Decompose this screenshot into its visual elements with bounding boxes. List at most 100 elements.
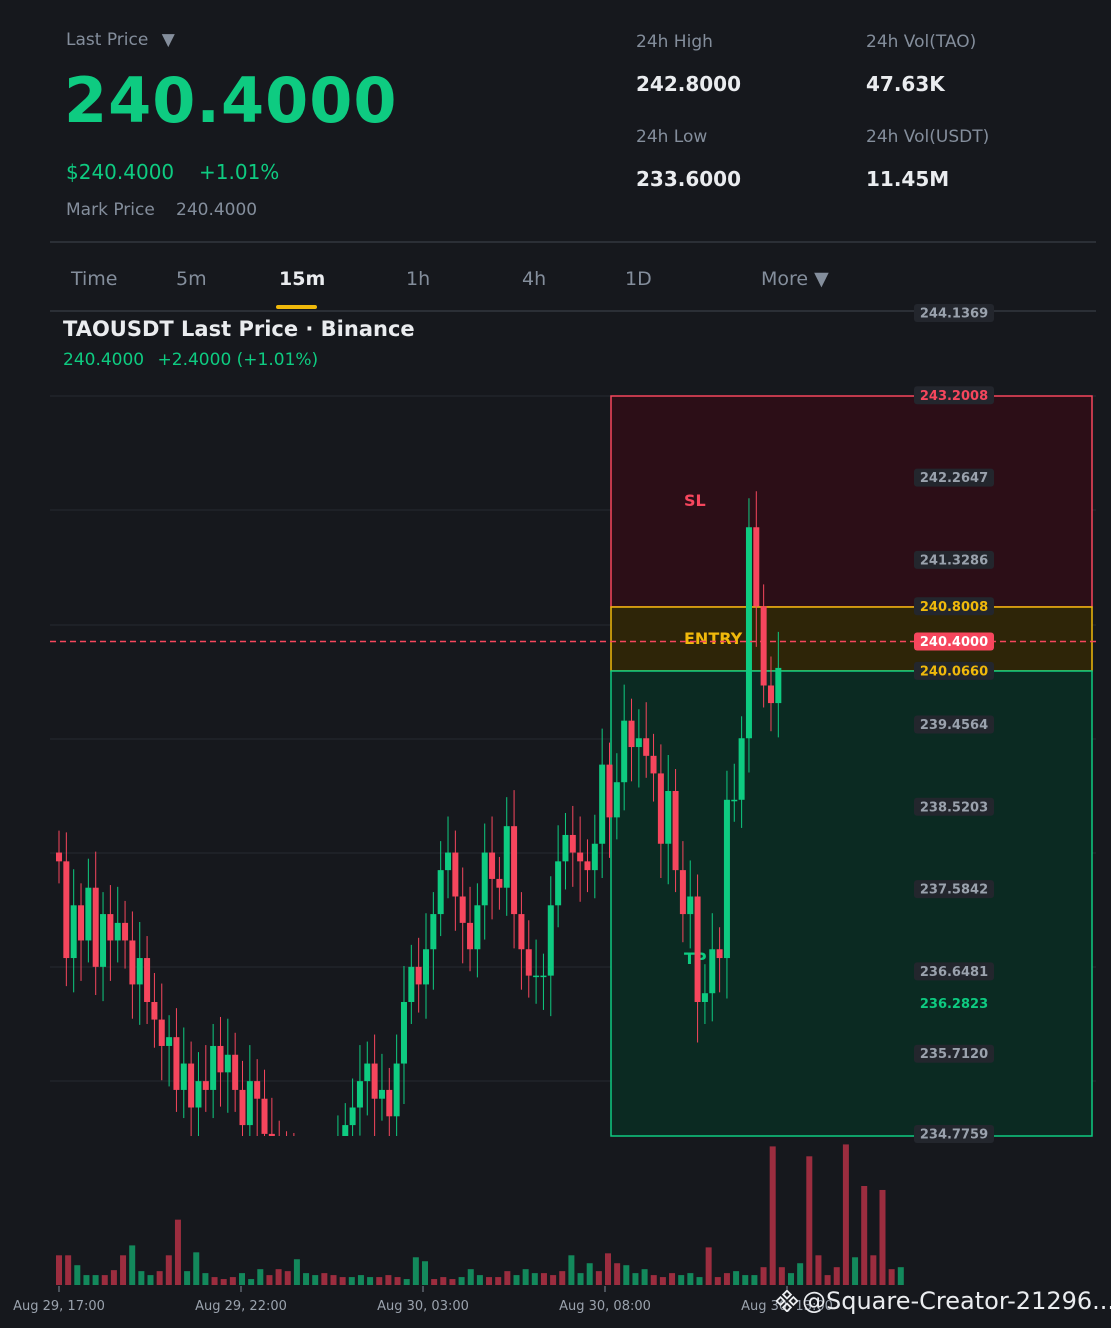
volume-bar bbox=[678, 1275, 685, 1285]
volume-bar bbox=[257, 1269, 264, 1285]
volume-bar bbox=[797, 1263, 804, 1285]
candle-body bbox=[467, 922, 474, 950]
volume-bar bbox=[165, 1255, 172, 1285]
volume-bar bbox=[504, 1271, 511, 1285]
candle-body bbox=[525, 949, 532, 976]
candle-body bbox=[254, 1081, 261, 1099]
price-axis-label: 243.2008 bbox=[920, 389, 988, 404]
candle-body bbox=[767, 685, 774, 704]
volume-bar bbox=[659, 1277, 666, 1285]
candle-body bbox=[114, 922, 121, 941]
volume-bar bbox=[833, 1267, 840, 1285]
volume-bar bbox=[888, 1269, 895, 1285]
candle-body bbox=[621, 720, 628, 783]
volume-bar bbox=[74, 1265, 81, 1285]
chart-title: TAOUSDT Last Price · Binance bbox=[63, 317, 415, 341]
volume-bar bbox=[568, 1255, 575, 1285]
volume-bar bbox=[248, 1279, 255, 1285]
price-axis-label: 240.4000 bbox=[920, 635, 988, 650]
volume-bar bbox=[605, 1253, 611, 1285]
price-axis-label: 234.7759 bbox=[920, 1128, 988, 1143]
volume-bar bbox=[174, 1219, 181, 1285]
candle-body bbox=[481, 852, 488, 906]
volume-bar bbox=[138, 1271, 145, 1285]
candle-body bbox=[122, 922, 129, 941]
volume-bar bbox=[852, 1257, 859, 1285]
volume-bar bbox=[56, 1255, 62, 1285]
volume-bar bbox=[202, 1273, 209, 1285]
volume-bar bbox=[293, 1259, 300, 1285]
candle-body bbox=[224, 1054, 231, 1073]
candle-body bbox=[577, 852, 584, 862]
volume-bar bbox=[824, 1275, 831, 1285]
price-axis-label: 242.2647 bbox=[920, 471, 988, 486]
volume-bar bbox=[595, 1271, 602, 1285]
volume-bar bbox=[669, 1273, 676, 1285]
volume-bar bbox=[623, 1265, 630, 1285]
candle-body bbox=[56, 852, 62, 862]
candle-body bbox=[349, 1107, 356, 1126]
candle-body bbox=[599, 764, 606, 844]
candle-body bbox=[540, 975, 547, 978]
candle-body bbox=[430, 914, 437, 950]
volume-bar bbox=[385, 1275, 392, 1285]
candle-body bbox=[445, 852, 452, 871]
candle-body bbox=[679, 870, 686, 915]
candle-body bbox=[400, 1002, 407, 1064]
candle-body bbox=[731, 799, 738, 802]
candle-body bbox=[180, 1063, 187, 1090]
volume-bar bbox=[815, 1255, 822, 1285]
candle-body bbox=[701, 993, 708, 1003]
volume-bar bbox=[769, 1146, 776, 1285]
candle-body bbox=[518, 914, 525, 950]
candle-body bbox=[709, 949, 716, 994]
candle-body bbox=[555, 861, 562, 906]
price-axis-label: 235.7120 bbox=[920, 1047, 988, 1062]
candle-body bbox=[437, 870, 444, 915]
candle-body bbox=[657, 773, 664, 844]
volume-bar bbox=[92, 1275, 99, 1285]
volume-bar bbox=[861, 1186, 868, 1285]
volume-bar bbox=[559, 1271, 566, 1285]
candlestick-chart[interactable]: SL ENTRY TP 244.1369 243.2008 242.2647 241.… bbox=[0, 0, 1111, 1328]
volume-bar bbox=[440, 1277, 447, 1285]
candle-body bbox=[635, 738, 642, 748]
volume-bar bbox=[696, 1277, 703, 1285]
candle-body bbox=[672, 791, 679, 871]
candle-body bbox=[188, 1063, 195, 1108]
volume-bar bbox=[879, 1189, 886, 1285]
volume-bar bbox=[742, 1275, 749, 1285]
trade-zones: SL ENTRY TP bbox=[610, 395, 1093, 1137]
time-axis-label: Aug 30, 03:00 bbox=[377, 1299, 469, 1314]
volume-bar bbox=[65, 1255, 72, 1285]
volume-bar bbox=[577, 1273, 584, 1285]
volume-bar bbox=[476, 1275, 483, 1285]
volume-bar bbox=[495, 1277, 502, 1285]
candle-body bbox=[129, 940, 136, 985]
volume-bar bbox=[788, 1273, 794, 1285]
candle-body bbox=[158, 1019, 165, 1046]
volume-bar bbox=[266, 1275, 273, 1285]
chart-change: +2.4000 (+1.01%) bbox=[157, 350, 319, 370]
candle-body bbox=[70, 905, 77, 959]
volume-bar bbox=[220, 1279, 227, 1285]
candle-body bbox=[547, 905, 554, 976]
candle-body bbox=[474, 905, 481, 950]
volume-bar bbox=[330, 1275, 337, 1285]
candle-body bbox=[760, 606, 767, 686]
volume-bar bbox=[321, 1273, 328, 1285]
volume-bar bbox=[312, 1275, 319, 1285]
candle-body bbox=[423, 949, 429, 985]
volume-bar bbox=[614, 1263, 621, 1285]
volume-bar bbox=[486, 1277, 493, 1285]
volume-bar bbox=[275, 1269, 282, 1285]
candle-body bbox=[665, 791, 672, 844]
volume-bar bbox=[412, 1257, 419, 1285]
volume-bar bbox=[431, 1279, 438, 1285]
candle-body bbox=[533, 975, 540, 978]
time-axis-label: Aug 29, 22:00 bbox=[195, 1299, 287, 1314]
candle-body bbox=[386, 1089, 393, 1117]
time-axis-label: Aug 29, 17:00 bbox=[13, 1299, 105, 1314]
candle-body bbox=[210, 1045, 217, 1090]
volume-bar bbox=[394, 1277, 401, 1285]
